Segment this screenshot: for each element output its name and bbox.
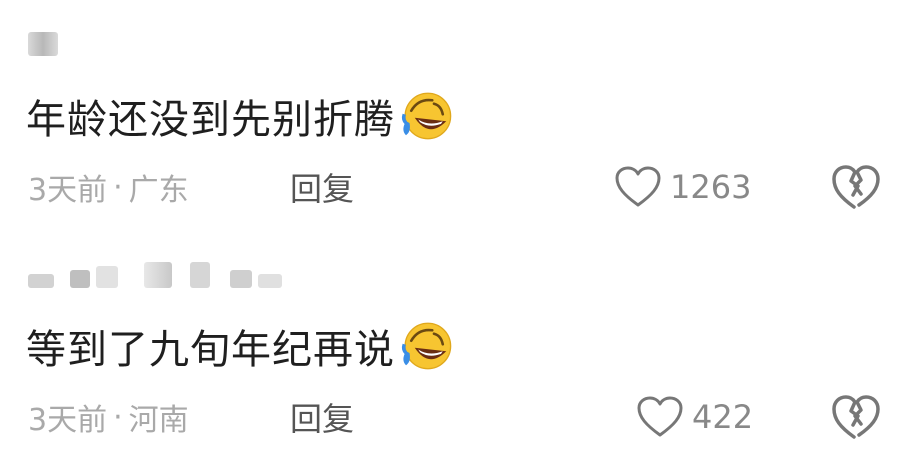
reply-label: 回复 (290, 400, 355, 438)
reply-button[interactable]: 回复 (290, 396, 354, 438)
reply-button[interactable]: 回复 (290, 166, 354, 208)
like-button[interactable]: 422 (636, 392, 753, 442)
comment-item: 等到了九旬年纪再说 3天前 · 河南 回复 422 (0, 232, 918, 465)
rolling-on-floor-laughing-icon (401, 92, 452, 140)
comment-location: 广东 (128, 173, 189, 208)
like-count: 1263 (670, 168, 752, 206)
broken-heart-icon (832, 165, 880, 209)
heart-icon (615, 166, 661, 207)
comment-list: 年龄还没到先别折腾 3天前 · 广东 回复 1263 等到了九旬年纪再说 3天前… (0, 0, 918, 465)
comment-text: 年龄还没到先别折腾 (26, 97, 395, 143)
blurred-username-block (258, 274, 282, 288)
username-blurred[interactable] (28, 30, 58, 56)
like-button[interactable]: 1263 (614, 162, 751, 212)
comment-meta: 3天前 · 广东 (28, 166, 189, 209)
heart-icon (637, 396, 683, 437)
meta-separator: · (113, 169, 123, 205)
comment-item: 年龄还没到先别折腾 3天前 · 广东 回复 1263 (0, 0, 918, 232)
username-blurred[interactable] (28, 262, 282, 288)
like-count: 422 (692, 398, 754, 436)
comment-time: 3天前 (28, 173, 108, 208)
dislike-button[interactable] (830, 392, 882, 442)
comment-time: 3天前 (28, 403, 108, 438)
comment-text-row: 年龄还没到先别折腾 (26, 88, 455, 144)
broken-heart-icon (832, 395, 880, 439)
comment-meta: 3天前 · 河南 (28, 396, 189, 439)
blurred-username-block (28, 274, 54, 288)
meta-separator: · (113, 399, 123, 435)
rolling-on-floor-laughing-icon (401, 322, 452, 370)
blurred-username-block (230, 270, 252, 288)
comment-text: 等到了九旬年纪再说 (26, 327, 395, 373)
reply-label: 回复 (290, 170, 355, 208)
blurred-username-block (28, 32, 58, 56)
comment-location: 河南 (128, 403, 189, 438)
dislike-button[interactable] (830, 162, 882, 212)
blurred-username-block (190, 262, 210, 288)
blurred-username-block (96, 266, 118, 288)
blurred-username-block (144, 262, 172, 288)
blurred-username-block (70, 270, 90, 288)
comment-text-row: 等到了九旬年纪再说 (26, 318, 455, 374)
